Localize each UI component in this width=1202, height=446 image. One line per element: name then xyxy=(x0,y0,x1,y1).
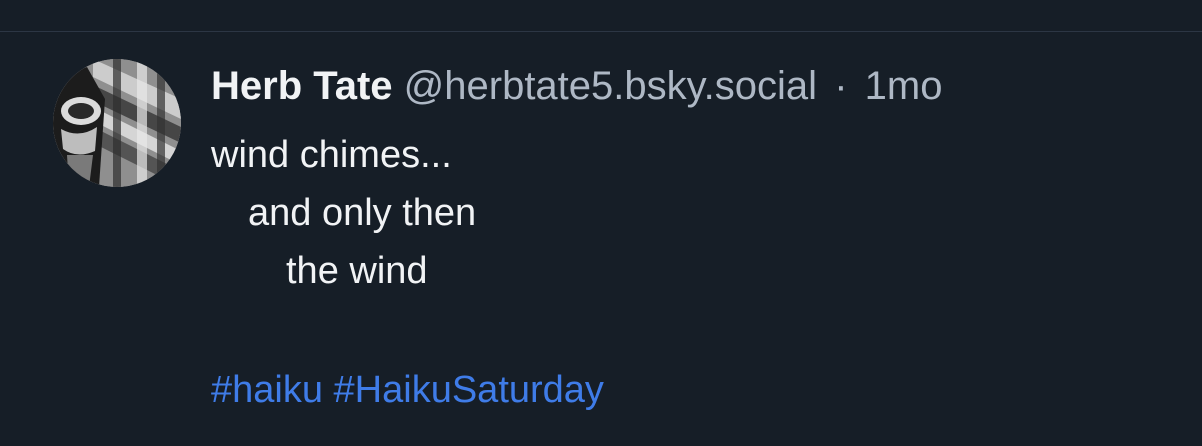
post-text-line: the wind xyxy=(286,250,428,292)
user-avatar-photo-icon xyxy=(53,59,181,187)
post-hashtags: #haiku #HaikuSaturday xyxy=(211,367,604,413)
post-item[interactable]: Herb Tate @herbtate5.bsky.social · 1mo w… xyxy=(0,32,1202,446)
header-separator: · xyxy=(834,64,848,108)
feed-view: Herb Tate @herbtate5.bsky.social · 1mo w… xyxy=(0,0,1202,446)
post-text-line: wind chimes... xyxy=(211,134,452,176)
post-text-line: and only then xyxy=(248,192,477,234)
author-avatar[interactable] xyxy=(53,59,181,187)
author-display-name[interactable]: Herb Tate xyxy=(211,64,393,108)
post-header: Herb Tate @herbtate5.bsky.social · 1mo xyxy=(211,62,942,110)
author-handle[interactable]: @herbtate5.bsky.social xyxy=(404,64,817,108)
hashtag-link[interactable]: #haiku xyxy=(211,369,323,411)
post-timestamp[interactable]: 1mo xyxy=(865,64,943,108)
hashtag-link[interactable]: #HaikuSaturday xyxy=(334,369,604,411)
